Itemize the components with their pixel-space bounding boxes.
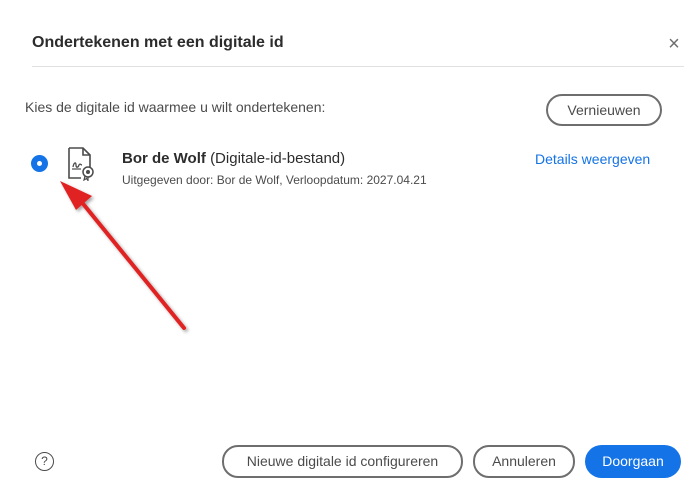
choose-id-prompt: Kies de digitale id waarmee u wilt onder…: [25, 99, 326, 115]
radio-selected-dot: [37, 161, 42, 166]
digital-id-issuer-line: Uitgegeven door: Bor de Wolf, Verloopdat…: [122, 173, 427, 187]
certificate-file-icon: [68, 147, 94, 181]
help-icon[interactable]: ?: [35, 452, 54, 471]
dialog-title: Ondertekenen met een digitale id: [32, 34, 284, 51]
header-divider: [32, 66, 684, 67]
sign-with-digital-id-dialog: Ondertekenen met een digitale id × Kies …: [0, 0, 692, 497]
refresh-button[interactable]: Vernieuwen: [546, 94, 662, 126]
configure-new-id-button[interactable]: Nieuwe digitale id configureren: [222, 445, 463, 478]
digital-id-name-line: Bor de Wolf (Digitale-id-bestand): [122, 150, 345, 167]
annotation-arrow: [60, 181, 186, 330]
digital-id-type: (Digitale-id-bestand): [210, 150, 346, 167]
digital-id-name: Bor de Wolf: [122, 150, 206, 167]
digital-id-radio[interactable]: [31, 155, 48, 172]
cancel-button[interactable]: Annuleren: [473, 445, 575, 478]
close-icon[interactable]: ×: [664, 34, 684, 54]
continue-button[interactable]: Doorgaan: [585, 445, 681, 478]
view-details-link[interactable]: Details weergeven: [535, 151, 650, 167]
